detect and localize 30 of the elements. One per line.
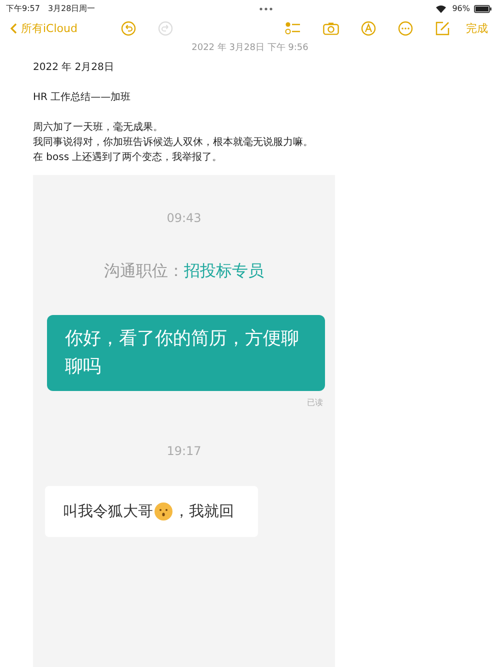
markup-pen-icon[interactable] — [361, 20, 376, 36]
more-icon[interactable] — [398, 20, 413, 36]
battery-percent: 96% — [452, 4, 470, 13]
message-text: 叫我令狐大哥 — [63, 502, 153, 521]
emoji-icon — [154, 502, 173, 521]
chevron-left-icon — [10, 22, 17, 34]
note-timestamp: 2022 年 3月28日 下午 9:56 — [190, 42, 310, 54]
position-label: 沟通职位： — [104, 261, 184, 280]
status-date: 3月28日周一 — [48, 3, 96, 14]
status-time: 下午9:57 — [6, 3, 40, 14]
undo-icon[interactable] — [121, 20, 136, 36]
back-button[interactable]: 所有iCloud — [10, 20, 78, 36]
multitasking-icon[interactable] — [258, 6, 273, 10]
note-text: HR 工作总结——加班 — [33, 90, 132, 105]
checklist-icon[interactable] — [285, 21, 301, 35]
sent-message-bubble: 你好，看了你的简历，方便聊聊吗 — [47, 315, 325, 391]
note-text: 我同事说得对，你加班告诉候选人双休，根本就毫无说服力嘛。 — [33, 136, 314, 150]
message-text: ，我就回 — [174, 502, 234, 521]
compose-icon[interactable] — [435, 20, 450, 36]
done-button[interactable]: 完成 — [466, 20, 488, 36]
note-text: 在 boss 上还遇到了两个变态，我举报了。 — [33, 150, 224, 165]
chat-time: 09:43 — [166, 211, 202, 225]
camera-icon[interactable] — [323, 22, 339, 34]
chat-time: 19:17 — [166, 444, 202, 458]
note-text: 周六加了一天班，毫无成果。 — [33, 120, 164, 135]
wifi-icon — [436, 4, 446, 12]
note-text: 2022 年 2月28日 — [33, 61, 115, 75]
position-title: 招投标专员 — [184, 261, 264, 280]
battery-icon — [474, 4, 492, 12]
read-status: 已读 — [307, 397, 323, 408]
